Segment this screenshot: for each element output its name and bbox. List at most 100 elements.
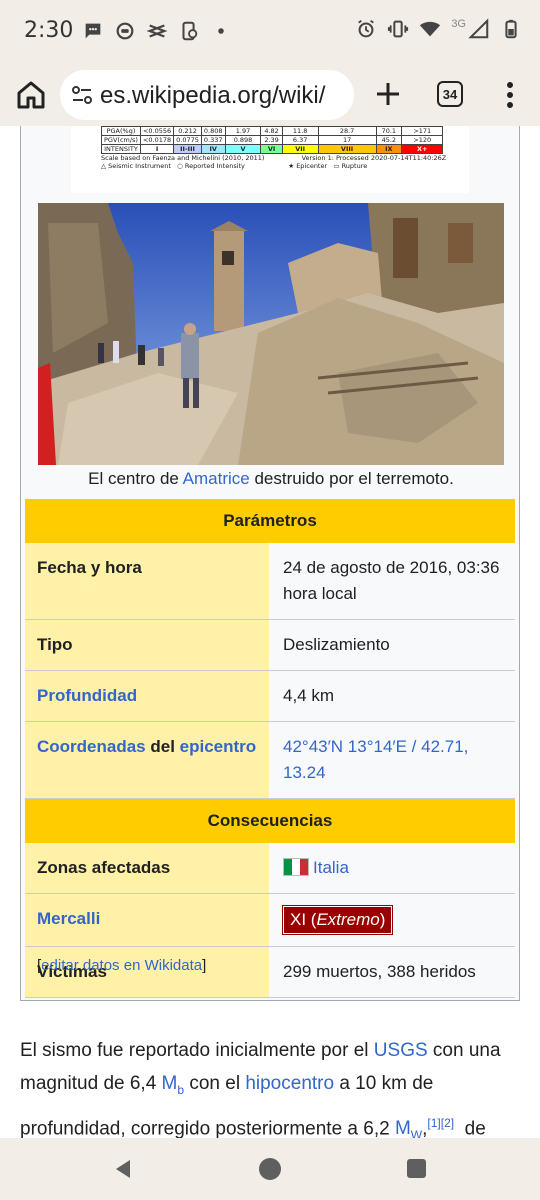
caption-post: destruido por el terremoto. [249, 469, 454, 488]
legend-epicenter: Epicenter [296, 162, 328, 170]
page-content: DAMAGENoneNoneNoneVery lightLightModerat… [0, 126, 540, 1138]
shakemap-cell: 17 [317, 135, 377, 145]
shakemap-cell: >120 [401, 135, 444, 145]
italy-flag-icon [283, 858, 309, 876]
browser-toolbar: es.wikipedia.org/wiki/ 34 [0, 64, 540, 126]
shakemap-cell: IV [200, 144, 226, 154]
legend-reported: Reported Intensity [184, 162, 245, 170]
shakemap-legend: DAMAGENoneNoneNoneVery lightLightModerat… [71, 126, 469, 193]
edit-wikidata-link[interactable]: editar datos en Wikidata [41, 957, 202, 974]
mb-link[interactable]: Mb [161, 1073, 185, 1097]
mw-symbol: M [394, 1118, 411, 1138]
mercalli-level: XI [290, 910, 307, 929]
url-text: es.wikipedia.org/wiki/ [100, 82, 326, 109]
infobox-table: Parámetros Fecha y hora 24 de agosto de … [25, 499, 515, 998]
capcut-icon [146, 20, 168, 42]
italia-link[interactable]: Italia [313, 858, 349, 877]
home-nav-icon[interactable] [259, 1158, 281, 1180]
coordenadas-link[interactable]: Coordenadas [37, 737, 146, 756]
back-icon[interactable] [112, 1158, 134, 1180]
hipocentro-link[interactable]: hipocentro [245, 1073, 334, 1094]
system-icons: 3G [355, 18, 522, 40]
site-settings-icon[interactable] [70, 83, 94, 107]
shakemap-cell: 0.337 [200, 135, 226, 145]
wikidata-edit-line: [editar datos en Wikidata] [37, 957, 207, 974]
fecha-label: Fecha y hora [25, 543, 269, 620]
shakemap-notes: Scale based on Faenza and Michelini (201… [101, 154, 447, 170]
article-paragraph: El sismo fue reportado inicialmente por … [20, 1034, 520, 1138]
coord-del: del [145, 737, 180, 756]
alarm-icon [355, 18, 377, 40]
shakemap-cell: IX [375, 144, 403, 154]
shakemap-cell: 0.212 [173, 126, 202, 136]
shakemap-cell: 0.808 [200, 126, 226, 136]
shakemap-cell: 2.39 [260, 135, 283, 145]
coordinates-link[interactable]: 42°43′N 13°14′E / 42.71, 13.24 [269, 721, 515, 799]
vibrate-icon [387, 18, 409, 40]
coordenadas-label: Coordenadas del epicentro [25, 721, 269, 799]
scale-note: Scale based on Faenza and Michelini (201… [101, 154, 265, 162]
shakemap-cell: INTENSITY [101, 144, 141, 154]
para-text-3: con el [184, 1073, 246, 1094]
image-caption: El centro de Amatrice destruido por el t… [21, 469, 521, 489]
network-type-label: 3G [451, 18, 466, 30]
shakemap-cell: 4.82 [260, 126, 283, 136]
shakemap-scale-table: DAMAGENoneNoneNoneVery lightLightModerat… [101, 126, 444, 154]
epicentro-link[interactable]: epicentro [180, 737, 257, 756]
shakemap-cell: <0.0556 [139, 126, 175, 136]
profundidad-value: 4,4 km [269, 670, 515, 722]
row-mercalli: Mercalli XI (Extremo) [25, 893, 515, 947]
battery-icon [500, 18, 522, 40]
recent-apps-icon[interactable] [407, 1159, 426, 1178]
shakemap-cell: VII [281, 144, 319, 154]
shakemap-cell: 11.8 [281, 126, 319, 136]
shakemap-cell: 0.0775 [173, 135, 202, 145]
address-bar[interactable]: es.wikipedia.org/wiki/ [60, 70, 354, 120]
row-tipo: Tipo Deslizamiento [25, 619, 515, 671]
caption-pre: El centro de [88, 469, 183, 488]
row-fecha: Fecha y hora 24 de agosto de 2016, 03:36… [25, 543, 515, 620]
notification-icons [82, 20, 232, 42]
amatrice-photo[interactable] [38, 203, 504, 465]
status-bar: 2:30 3G [0, 0, 540, 64]
shakemap-row: PGV(cm/s) <0.0178 0.0775 0.337 0.898 2.39 6.37… [101, 135, 444, 145]
mercalli-badge: XI (Extremo) [281, 905, 394, 935]
tab-switcher-button[interactable]: 34 [437, 81, 463, 107]
zonas-label: Zonas afectadas [25, 843, 269, 894]
shakemap-cell: PGA(%g) [101, 126, 141, 136]
shakemap-cell: 70.1 [375, 126, 403, 136]
shakemap-cell: I [139, 144, 175, 154]
shakemap-cell: 45.2 [375, 135, 403, 145]
version-note: Version 1: Processed 2020-07-14T11:40:26… [301, 154, 447, 162]
tipo-value: Deslizamiento [269, 619, 515, 671]
shakemap-row: PGA(%g) <0.0556 0.212 0.808 1.97 4.82 11.8 28.7… [101, 126, 444, 136]
profundidad-link[interactable]: Profundidad [25, 670, 269, 722]
dot-icon [210, 20, 232, 42]
tipo-label: Tipo [25, 619, 269, 671]
para-text-1: El sismo fue reportado inicialmente por … [20, 1040, 374, 1061]
mw-sub: W [410, 1127, 423, 1138]
shakemap-cell: 0.898 [224, 135, 262, 145]
shakemap-cell: 1.97 [224, 126, 262, 136]
legend-rupture: Rupture [341, 162, 368, 170]
messenger-icon [114, 20, 136, 42]
reference-links[interactable]: [1][2] [427, 1116, 454, 1130]
victimas-value: 299 muertos, 388 heridos [269, 946, 515, 998]
shakemap-cell: <0.0178 [139, 135, 175, 145]
mercalli-link[interactable]: Mercalli [25, 893, 269, 947]
mercalli-value: XI (Extremo) [269, 893, 515, 947]
mw-link[interactable]: MW [395, 1118, 422, 1138]
shakemap-cell: II-III [173, 144, 202, 154]
shakemap-cell: VI [260, 144, 283, 154]
home-icon[interactable] [14, 78, 48, 112]
mb-symbol: M [161, 1073, 178, 1094]
amatrice-link[interactable]: Amatrice [183, 469, 250, 488]
para-text-5: de [454, 1118, 486, 1138]
overflow-menu-icon[interactable] [496, 80, 524, 110]
usgs-link[interactable]: USGS [374, 1040, 428, 1061]
status-time: 2:30 [24, 18, 74, 43]
shakemap-cell: X+ [401, 144, 444, 154]
shakemap-cell: 28.7 [317, 126, 377, 136]
new-tab-icon[interactable] [372, 78, 404, 110]
shakemap-cell: >171 [401, 126, 444, 136]
